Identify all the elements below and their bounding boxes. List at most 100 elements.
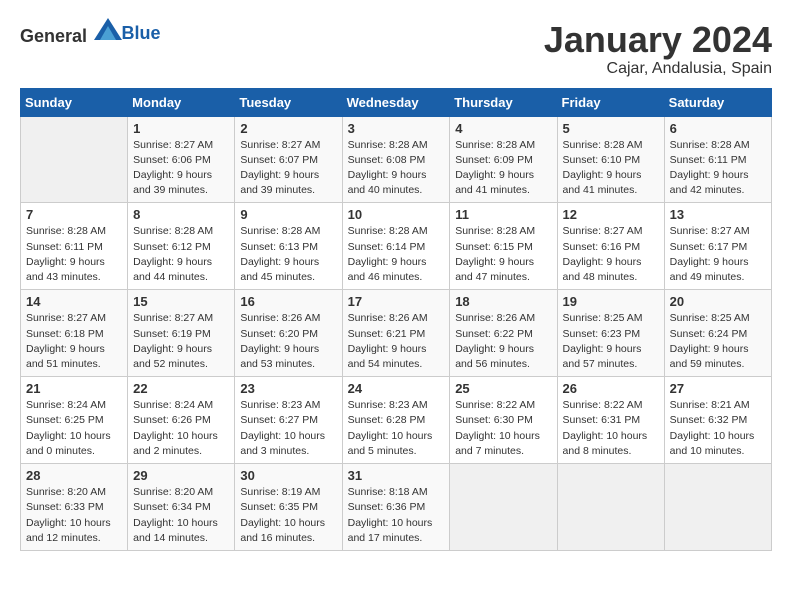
day-info: Sunrise: 8:23 AMSunset: 6:28 PMDaylight:… (348, 398, 445, 459)
calendar-cell: 11 Sunrise: 8:28 AMSunset: 6:15 PMDayligh… (450, 203, 557, 290)
calendar-cell: 20 Sunrise: 8:25 AMSunset: 6:24 PMDayligh… (664, 290, 771, 377)
calendar-cell: 27 Sunrise: 8:21 AMSunset: 6:32 PMDayligh… (664, 377, 771, 464)
logo-icon (94, 18, 122, 40)
calendar-cell: 1Sunrise: 8:27 AMSunset: 6:06 PMDaylight… (128, 116, 235, 203)
day-number: 2 (240, 121, 336, 136)
day-number: 18 (455, 294, 551, 309)
day-number: 4 (455, 121, 551, 136)
calendar-cell: 26Sunrise: 8:22 AMSunset: 6:31 PMDayligh… (557, 377, 664, 464)
day-info: Sunrise: 8:27 AMSunset: 6:07 PMDaylight:… (240, 138, 336, 199)
calendar-cell: 19 Sunrise: 8:25 AMSunset: 6:23 PMDayligh… (557, 290, 664, 377)
day-number: 20 (670, 294, 766, 309)
day-info: Sunrise: 8:24 AMSunset: 6:25 PMDaylight:… (26, 398, 122, 459)
day-number: 15 (133, 294, 229, 309)
calendar-cell: 12 Sunrise: 8:27 AMSunset: 6:16 PMDayligh… (557, 203, 664, 290)
day-info: Sunrise: 8:28 AMSunset: 6:09 PMDaylight:… (455, 138, 551, 199)
day-number: 14 (26, 294, 122, 309)
calendar-week-row: 14 Sunrise: 8:27 AMSunset: 6:18 PMDayligh… (21, 290, 772, 377)
day-info: Sunrise: 8:27 AMSunset: 6:19 PMDaylight:… (133, 311, 229, 372)
day-info: Sunrise: 8:22 AMSunset: 6:30 PMDaylight:… (455, 398, 551, 459)
calendar-cell: 23Sunrise: 8:23 AMSunset: 6:27 PMDayligh… (235, 377, 342, 464)
calendar-cell: 24 Sunrise: 8:23 AMSunset: 6:28 PMDayligh… (342, 377, 450, 464)
logo-general: General (20, 26, 87, 46)
logo: General Blue (20, 20, 161, 47)
calendar-cell: 29 Sunrise: 8:20 AMSunset: 6:34 PMDayligh… (128, 464, 235, 551)
calendar-cell: 31 Sunrise: 8:18 AMSunset: 6:36 PMDayligh… (342, 464, 450, 551)
calendar-cell: 9Sunrise: 8:28 AMSunset: 6:13 PMDaylight… (235, 203, 342, 290)
day-info: Sunrise: 8:20 AMSunset: 6:34 PMDaylight:… (133, 485, 229, 546)
calendar-cell: 7Sunrise: 8:28 AMSunset: 6:11 PMDaylight… (21, 203, 128, 290)
day-number: 30 (240, 468, 336, 483)
calendar-week-row: 28 Sunrise: 8:20 AMSunset: 6:33 PMDayligh… (21, 464, 772, 551)
day-info: Sunrise: 8:28 AMSunset: 6:08 PMDaylight:… (348, 138, 445, 199)
calendar-subtitle: Cajar, Andalusia, Spain (544, 60, 772, 78)
title-block: January 2024 Cajar, Andalusia, Spain (544, 20, 772, 78)
calendar-title: January 2024 (544, 20, 772, 60)
day-number: 1 (133, 121, 229, 136)
day-number: 5 (563, 121, 659, 136)
day-number: 17 (348, 294, 445, 309)
calendar-cell: 2 Sunrise: 8:27 AMSunset: 6:07 PMDaylight… (235, 116, 342, 203)
day-number: 12 (563, 207, 659, 222)
calendar-cell: 10Sunrise: 8:28 AMSunset: 6:14 PMDayligh… (342, 203, 450, 290)
page-header: General Blue January 2024 Cajar, Andalus… (20, 20, 772, 78)
day-info: Sunrise: 8:26 AMSunset: 6:20 PMDaylight:… (240, 311, 336, 372)
calendar-table: SundayMondayTuesdayWednesdayThursdayFrid… (20, 88, 772, 551)
calendar-cell: 13 Sunrise: 8:27 AMSunset: 6:17 PMDayligh… (664, 203, 771, 290)
day-number: 22 (133, 381, 229, 396)
col-header-thursday: Thursday (450, 88, 557, 116)
col-header-tuesday: Tuesday (235, 88, 342, 116)
day-number: 9 (240, 207, 336, 222)
day-number: 27 (670, 381, 766, 396)
calendar-cell: 8 Sunrise: 8:28 AMSunset: 6:12 PMDaylight… (128, 203, 235, 290)
day-info: Sunrise: 8:18 AMSunset: 6:36 PMDaylight:… (348, 485, 445, 546)
day-info: Sunrise: 8:28 AMSunset: 6:11 PMDaylight:… (26, 224, 122, 285)
calendar-cell: 30Sunrise: 8:19 AMSunset: 6:35 PMDayligh… (235, 464, 342, 551)
day-info: Sunrise: 8:27 AMSunset: 6:16 PMDaylight:… (563, 224, 659, 285)
day-info: Sunrise: 8:25 AMSunset: 6:23 PMDaylight:… (563, 311, 659, 372)
day-info: Sunrise: 8:25 AMSunset: 6:24 PMDaylight:… (670, 311, 766, 372)
day-info: Sunrise: 8:27 AMSunset: 6:17 PMDaylight:… (670, 224, 766, 285)
col-header-friday: Friday (557, 88, 664, 116)
day-number: 28 (26, 468, 122, 483)
calendar-cell: 5 Sunrise: 8:28 AMSunset: 6:10 PMDaylight… (557, 116, 664, 203)
calendar-cell: 18 Sunrise: 8:26 AMSunset: 6:22 PMDayligh… (450, 290, 557, 377)
col-header-wednesday: Wednesday (342, 88, 450, 116)
calendar-cell: 14 Sunrise: 8:27 AMSunset: 6:18 PMDayligh… (21, 290, 128, 377)
day-info: Sunrise: 8:28 AMSunset: 6:11 PMDaylight:… (670, 138, 766, 199)
day-number: 10 (348, 207, 445, 222)
calendar-cell: 16Sunrise: 8:26 AMSunset: 6:20 PMDayligh… (235, 290, 342, 377)
calendar-cell: 28 Sunrise: 8:20 AMSunset: 6:33 PMDayligh… (21, 464, 128, 551)
day-info: Sunrise: 8:23 AMSunset: 6:27 PMDaylight:… (240, 398, 336, 459)
day-number: 11 (455, 207, 551, 222)
calendar-cell: 4 Sunrise: 8:28 AMSunset: 6:09 PMDaylight… (450, 116, 557, 203)
calendar-header-row: SundayMondayTuesdayWednesdayThursdayFrid… (21, 88, 772, 116)
day-number: 19 (563, 294, 659, 309)
calendar-cell: 25Sunrise: 8:22 AMSunset: 6:30 PMDayligh… (450, 377, 557, 464)
day-info: Sunrise: 8:26 AMSunset: 6:22 PMDaylight:… (455, 311, 551, 372)
day-info: Sunrise: 8:20 AMSunset: 6:33 PMDaylight:… (26, 485, 122, 546)
day-number: 24 (348, 381, 445, 396)
day-info: Sunrise: 8:28 AMSunset: 6:15 PMDaylight:… (455, 224, 551, 285)
calendar-cell: 17 Sunrise: 8:26 AMSunset: 6:21 PMDayligh… (342, 290, 450, 377)
day-info: Sunrise: 8:21 AMSunset: 6:32 PMDaylight:… (670, 398, 766, 459)
day-number: 29 (133, 468, 229, 483)
calendar-cell: 6Sunrise: 8:28 AMSunset: 6:11 PMDaylight… (664, 116, 771, 203)
day-info: Sunrise: 8:28 AMSunset: 6:10 PMDaylight:… (563, 138, 659, 199)
day-info: Sunrise: 8:26 AMSunset: 6:21 PMDaylight:… (348, 311, 445, 372)
col-header-monday: Monday (128, 88, 235, 116)
calendar-week-row: 1Sunrise: 8:27 AMSunset: 6:06 PMDaylight… (21, 116, 772, 203)
calendar-cell: 15 Sunrise: 8:27 AMSunset: 6:19 PMDayligh… (128, 290, 235, 377)
day-number: 26 (563, 381, 659, 396)
day-info: Sunrise: 8:27 AMSunset: 6:18 PMDaylight:… (26, 311, 122, 372)
day-number: 3 (348, 121, 445, 136)
col-header-saturday: Saturday (664, 88, 771, 116)
day-number: 13 (670, 207, 766, 222)
calendar-cell: 3 Sunrise: 8:28 AMSunset: 6:08 PMDaylight… (342, 116, 450, 203)
calendar-week-row: 7Sunrise: 8:28 AMSunset: 6:11 PMDaylight… (21, 203, 772, 290)
day-info: Sunrise: 8:24 AMSunset: 6:26 PMDaylight:… (133, 398, 229, 459)
day-number: 21 (26, 381, 122, 396)
day-number: 8 (133, 207, 229, 222)
day-number: 31 (348, 468, 445, 483)
day-info: Sunrise: 8:28 AMSunset: 6:12 PMDaylight:… (133, 224, 229, 285)
